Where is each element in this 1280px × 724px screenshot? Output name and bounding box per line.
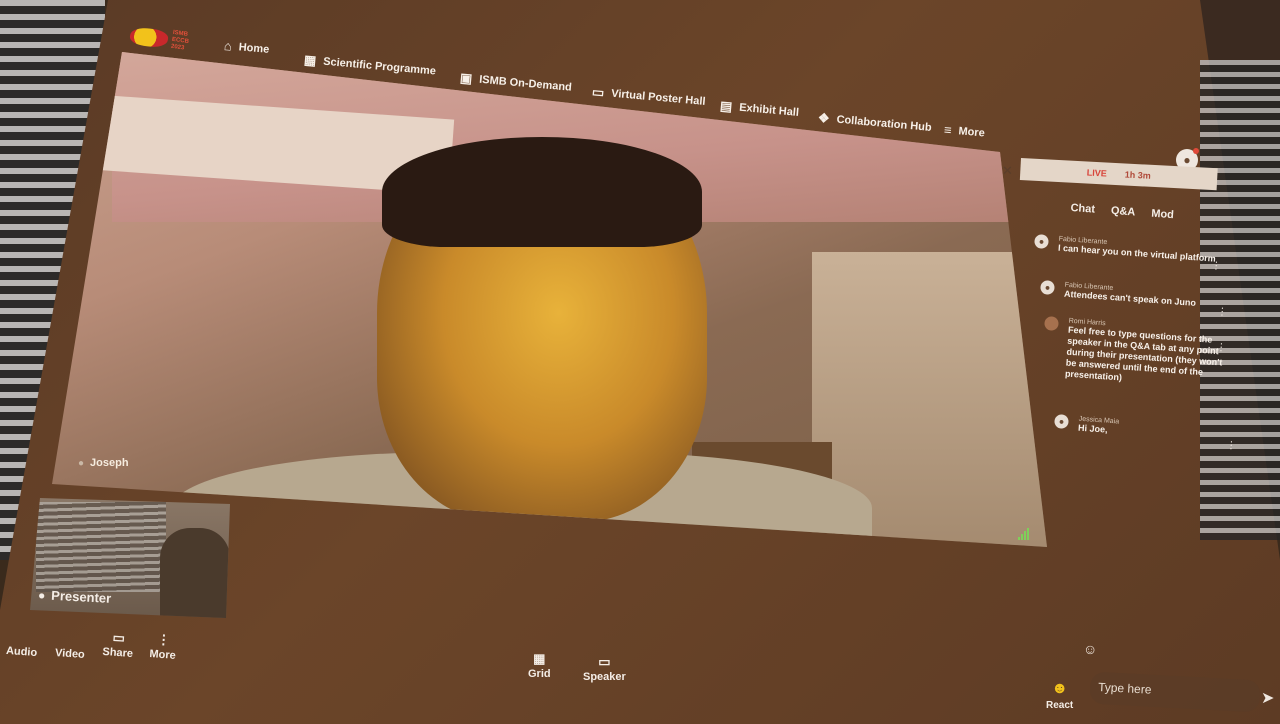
elapsed-time: 1h 3m xyxy=(1124,169,1152,181)
share-button[interactable]: ▭ Share xyxy=(102,630,134,660)
live-badge: LIVE xyxy=(1086,167,1108,179)
poster-icon: ▭ xyxy=(591,84,605,101)
chat-message: Romi Harris Feel free to type questions … xyxy=(1041,316,1230,391)
microphone-muted-icon: ● xyxy=(78,457,85,469)
send-icon[interactable]: ➤ xyxy=(1261,688,1274,708)
tab-mod[interactable]: Mod xyxy=(1151,208,1174,222)
speaker-view-icon: ▭ xyxy=(598,654,611,669)
speaker-hair xyxy=(382,137,702,247)
nav-on-demand-label: ISMB On-Demand xyxy=(478,73,573,94)
nav-home[interactable]: ⌂ Home xyxy=(223,38,270,57)
calendar-icon: ▦ xyxy=(303,52,317,69)
smiley-icon: ☻ xyxy=(1051,680,1069,697)
share-label: Share xyxy=(102,645,134,661)
nav-home-label: Home xyxy=(238,40,270,56)
message-text: Feel free to type questions for the spea… xyxy=(1064,324,1223,383)
nav-poster-hall-label: Virtual Poster Hall xyxy=(610,87,706,108)
close-icon[interactable]: ✕ xyxy=(1002,163,1013,179)
participant-name: Joseph xyxy=(90,457,129,469)
user-avatar-photo xyxy=(1044,316,1059,331)
home-icon: ⌂ xyxy=(223,38,233,54)
more-button[interactable]: ⋮ More xyxy=(149,632,177,662)
nav-more[interactable]: ≡ More xyxy=(943,122,985,141)
speaker-label: Speaker xyxy=(583,671,626,683)
chat-message: ● Jessica Maia Hi Joe, ⋮ xyxy=(1054,414,1240,452)
message-options-icon[interactable]: ⋮ xyxy=(1217,306,1228,318)
grid-label: Grid xyxy=(528,668,551,680)
nav-scientific-programme-label: Scientific Programme xyxy=(322,55,437,78)
message-options-icon[interactable]: ⋮ xyxy=(1211,260,1222,272)
book-icon: ▣ xyxy=(459,70,473,87)
thumbnail-blinds xyxy=(36,502,166,592)
video-button[interactable]: Video xyxy=(55,647,86,661)
booth-icon: ▤ xyxy=(719,98,733,115)
people-icon: ❖ xyxy=(817,110,831,126)
react-label: React xyxy=(1046,700,1074,711)
more-vertical-icon: ⋮ xyxy=(156,631,171,648)
grid-icon: ▦ xyxy=(533,651,546,666)
audio-label: Audio xyxy=(5,644,38,660)
nav-more-label: More xyxy=(958,124,986,140)
nav-exhibit-hall[interactable]: ▤ Exhibit Hall xyxy=(719,98,799,121)
logo-mark-icon xyxy=(128,25,170,50)
live-status-bar: LIVE 1h 3m xyxy=(1019,158,1218,191)
participant-name-tag: ● Joseph xyxy=(78,457,129,469)
chat-panel: LIVE 1h 3m Chat Q&A Mod ● Fabio Liberant… xyxy=(1015,150,1250,580)
nav-collaboration-hub-label: Collaboration Hub xyxy=(836,113,933,134)
audio-button[interactable]: Audio xyxy=(6,645,38,659)
logo-text: ISMB ECCB 2023 xyxy=(170,29,190,52)
microphone-icon: ● xyxy=(37,587,46,602)
nav-poster-hall[interactable]: ▭ Virtual Poster Hall xyxy=(591,84,706,110)
chat-input-placeholder: Type here xyxy=(1097,679,1152,697)
chat-message: ● Fabio Liberante Attendees can't speak … xyxy=(1040,280,1231,318)
react-button[interactable]: ☻ React xyxy=(1046,680,1073,711)
message-options-icon[interactable]: ⋮ xyxy=(1226,440,1237,452)
screen-share-icon: ▭ xyxy=(112,629,126,646)
grid-view-button[interactable]: ▦ Grid xyxy=(528,651,551,681)
speaker-view-button[interactable]: ▭ Speaker xyxy=(583,654,626,684)
message-options-icon[interactable]: ⋮ xyxy=(1216,342,1227,354)
video-label: Video xyxy=(54,646,86,662)
nav-collaboration-hub[interactable]: ❖ Collaboration Hub xyxy=(817,110,932,136)
presenter-figure xyxy=(160,528,230,618)
nav-on-demand[interactable]: ▣ ISMB On-Demand xyxy=(459,70,572,96)
chat-message: ● Fabio Liberante I can hear you on the … xyxy=(1034,234,1225,272)
presenter-label-text: Presenter xyxy=(50,587,112,606)
tab-qa[interactable]: Q&A xyxy=(1111,205,1136,219)
user-icon: ● xyxy=(1040,280,1055,295)
panel-tabs: Chat Q&A Mod xyxy=(1070,202,1174,221)
user-icon: ● xyxy=(1054,414,1069,429)
menu-icon: ≡ xyxy=(943,122,953,138)
add-emoji-icon[interactable]: ☺ xyxy=(1083,641,1097,657)
user-icon: ● xyxy=(1034,234,1049,249)
more-label: More xyxy=(149,648,177,662)
nav-exhibit-hall-label: Exhibit Hall xyxy=(738,101,800,119)
tab-chat[interactable]: Chat xyxy=(1070,202,1095,216)
